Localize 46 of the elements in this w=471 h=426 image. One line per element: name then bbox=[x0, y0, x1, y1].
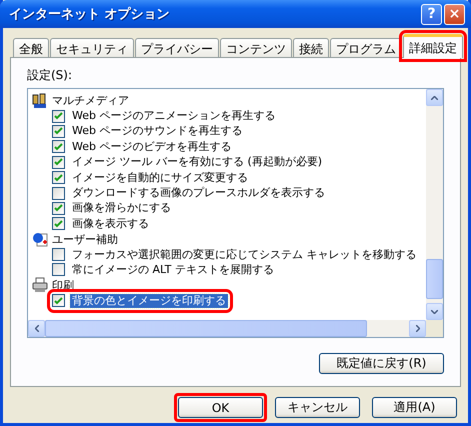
checkbox[interactable] bbox=[52, 186, 65, 200]
scroll-thumb[interactable] bbox=[45, 320, 367, 337]
settings-label: 設定(S): bbox=[27, 67, 74, 84]
option-label[interactable]: 常にイメージの ALT テキストを展開する bbox=[70, 262, 276, 277]
group-label: ユーザー補助 bbox=[52, 232, 118, 247]
checkbox[interactable] bbox=[52, 202, 65, 215]
tab[interactable]: 接続 bbox=[293, 38, 329, 58]
horizontal-scrollbar[interactable] bbox=[28, 320, 426, 337]
close-button[interactable]: × bbox=[444, 4, 465, 24]
option-label[interactable]: 画像を滑らかにする bbox=[70, 201, 173, 216]
checkbox[interactable] bbox=[52, 248, 65, 262]
globe-page-icon bbox=[32, 231, 48, 248]
reset-button[interactable]: 既定値に戻す(R) bbox=[319, 353, 444, 374]
tab[interactable]: コンテンツ bbox=[220, 38, 292, 58]
scroll-thumb[interactable] bbox=[426, 259, 443, 299]
option-label[interactable]: イメージを自動的にサイズ変更する bbox=[70, 170, 250, 185]
tab[interactable]: プログラム bbox=[330, 38, 402, 58]
checkbox[interactable] bbox=[52, 217, 65, 230]
printer-icon bbox=[32, 277, 48, 294]
dialog-button[interactable]: キャンセル bbox=[275, 397, 360, 418]
option-label[interactable]: イメージ ツール バーを有効にする (再起動が必要) bbox=[70, 155, 324, 170]
option-label[interactable]: Web ページのサウンドを再生する bbox=[70, 124, 244, 138]
option-label[interactable]: 背景の色とイメージを印刷する bbox=[70, 294, 228, 308]
checkbox[interactable] bbox=[52, 124, 65, 138]
checkbox[interactable] bbox=[52, 140, 65, 154]
speaker-icon bbox=[32, 92, 48, 109]
tab[interactable]: セキュリティ bbox=[50, 38, 134, 58]
option-label[interactable]: フォーカスや選択範囲の変更に応じてシステム キャレットを移動する bbox=[70, 248, 418, 262]
option-label[interactable]: 画像を表示する bbox=[70, 216, 151, 231]
option-label[interactable]: Web ページのアニメーションを再生する bbox=[70, 109, 278, 124]
option-label[interactable]: Web ページのビデオを再生する bbox=[70, 140, 234, 154]
checkbox[interactable] bbox=[52, 156, 65, 169]
check-icon bbox=[54, 296, 63, 305]
checkbox[interactable] bbox=[52, 171, 65, 184]
checkbox[interactable] bbox=[52, 263, 65, 276]
tab[interactable]: プライバシー bbox=[135, 38, 219, 58]
vertical-scrollbar[interactable] bbox=[426, 89, 443, 320]
group-label: マルチメディア bbox=[52, 93, 129, 108]
checkbox[interactable] bbox=[52, 294, 65, 308]
dialog-button[interactable]: OK bbox=[178, 397, 263, 418]
option-label[interactable]: ダウンロードする画像のプレースホルダを表示する bbox=[70, 186, 327, 200]
checkbox[interactable] bbox=[52, 110, 65, 123]
dialog-button[interactable]: 適用(A) bbox=[372, 397, 457, 418]
window-title: インターネット オプション bbox=[9, 6, 171, 23]
scrollbar-corner bbox=[426, 320, 443, 337]
tab[interactable]: 全般 bbox=[13, 38, 49, 58]
